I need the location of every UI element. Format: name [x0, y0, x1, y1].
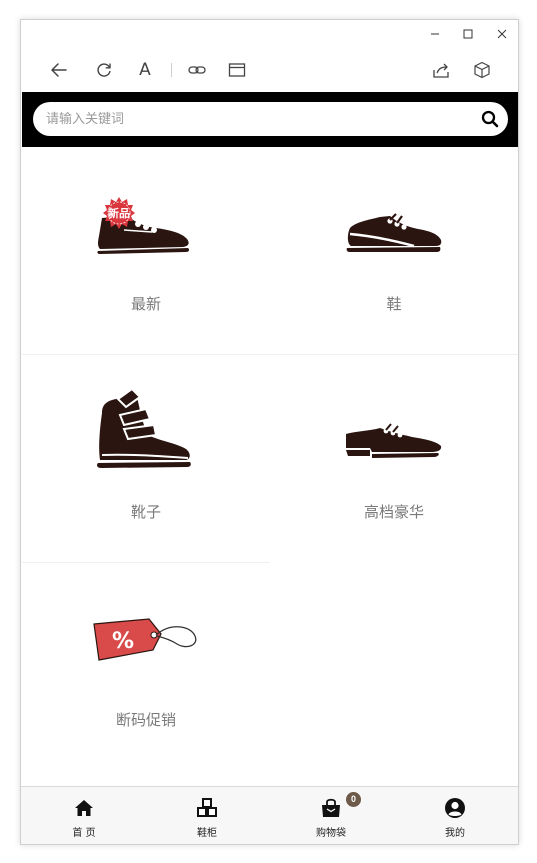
toolbar-divider [171, 63, 172, 77]
back-arrow-icon [51, 63, 67, 77]
cart-count-badge: 0 [346, 792, 361, 807]
category-boots[interactable]: 靴子 [22, 355, 270, 562]
back-button[interactable] [47, 58, 71, 82]
link-button[interactable] [185, 58, 209, 82]
bottom-tab-bar: 首 页 鞋柜 购物袋 0 我的 [21, 786, 518, 844]
boot-icon [97, 387, 191, 468]
category-label: 断码促销 [115, 711, 176, 729]
tab-shoe-cabinet[interactable]: 鞋柜 [145, 787, 269, 844]
tab-label: 购物袋 [316, 828, 346, 839]
search-button[interactable] [481, 110, 499, 128]
category-label: 靴子 [130, 503, 161, 521]
window-icon [228, 63, 246, 77]
search-bar [22, 92, 518, 147]
search-icon [481, 110, 499, 128]
category-image: % [22, 603, 270, 683]
sneaker-icon [346, 213, 442, 252]
new-shoe-icon: 新品 [97, 197, 190, 254]
new-badge-text: 新品 [108, 206, 130, 220]
minimize-icon [431, 33, 439, 35]
category-image [270, 395, 518, 475]
category-label: 高档豪华 [363, 503, 424, 521]
cube-button[interactable] [470, 58, 494, 82]
share-button[interactable] [429, 58, 453, 82]
tab-label: 我的 [445, 828, 465, 839]
app-window: A 请输入关键词 新品 最新 鞋 靴子 高档豪华 % 断码促销 首 页 鞋柜 购… [20, 19, 519, 845]
tab-label: 首 页 [72, 828, 96, 839]
minimize-button[interactable] [418, 20, 452, 48]
close-button[interactable] [485, 20, 518, 48]
refresh-icon [97, 63, 111, 77]
tab-label: 鞋柜 [197, 828, 217, 839]
user-icon [445, 798, 465, 818]
maximize-button[interactable] [451, 20, 485, 48]
text-size-icon: A [139, 60, 151, 80]
share-icon [433, 63, 449, 78]
discount-tag-icon: % [93, 618, 197, 661]
category-image [22, 375, 270, 485]
category-label: 鞋 [386, 295, 402, 313]
cube-icon [474, 61, 490, 79]
maximize-icon [463, 29, 473, 39]
category-clearance[interactable]: % 断码促销 [22, 563, 270, 770]
close-icon [497, 29, 507, 39]
home-icon [75, 800, 93, 816]
search-input[interactable] [46, 102, 466, 136]
tab-shopping-bag[interactable]: 购物袋 [269, 787, 393, 844]
shopping-bag-icon [322, 798, 340, 817]
browser-toolbar: A [21, 48, 518, 92]
category-luxury[interactable]: 高档豪华 [270, 355, 518, 562]
tab-profile[interactable]: 我的 [393, 787, 517, 844]
search-box [33, 102, 508, 136]
category-image [270, 187, 518, 267]
category-shoes[interactable]: 鞋 [270, 147, 518, 354]
category-label: 最新 [130, 295, 161, 313]
title-bar [21, 20, 518, 48]
boxes-icon [197, 798, 217, 817]
refresh-button[interactable] [92, 58, 116, 82]
category-newest[interactable]: 新品 最新 [22, 147, 270, 354]
tab-home[interactable]: 首 页 [22, 787, 146, 844]
category-image: 新品 [22, 187, 270, 267]
window-button[interactable] [225, 58, 249, 82]
link-icon [188, 66, 206, 74]
percent-sign: % [112, 629, 134, 654]
text-size-button[interactable]: A [133, 58, 157, 82]
dress-shoe-icon [346, 423, 442, 458]
